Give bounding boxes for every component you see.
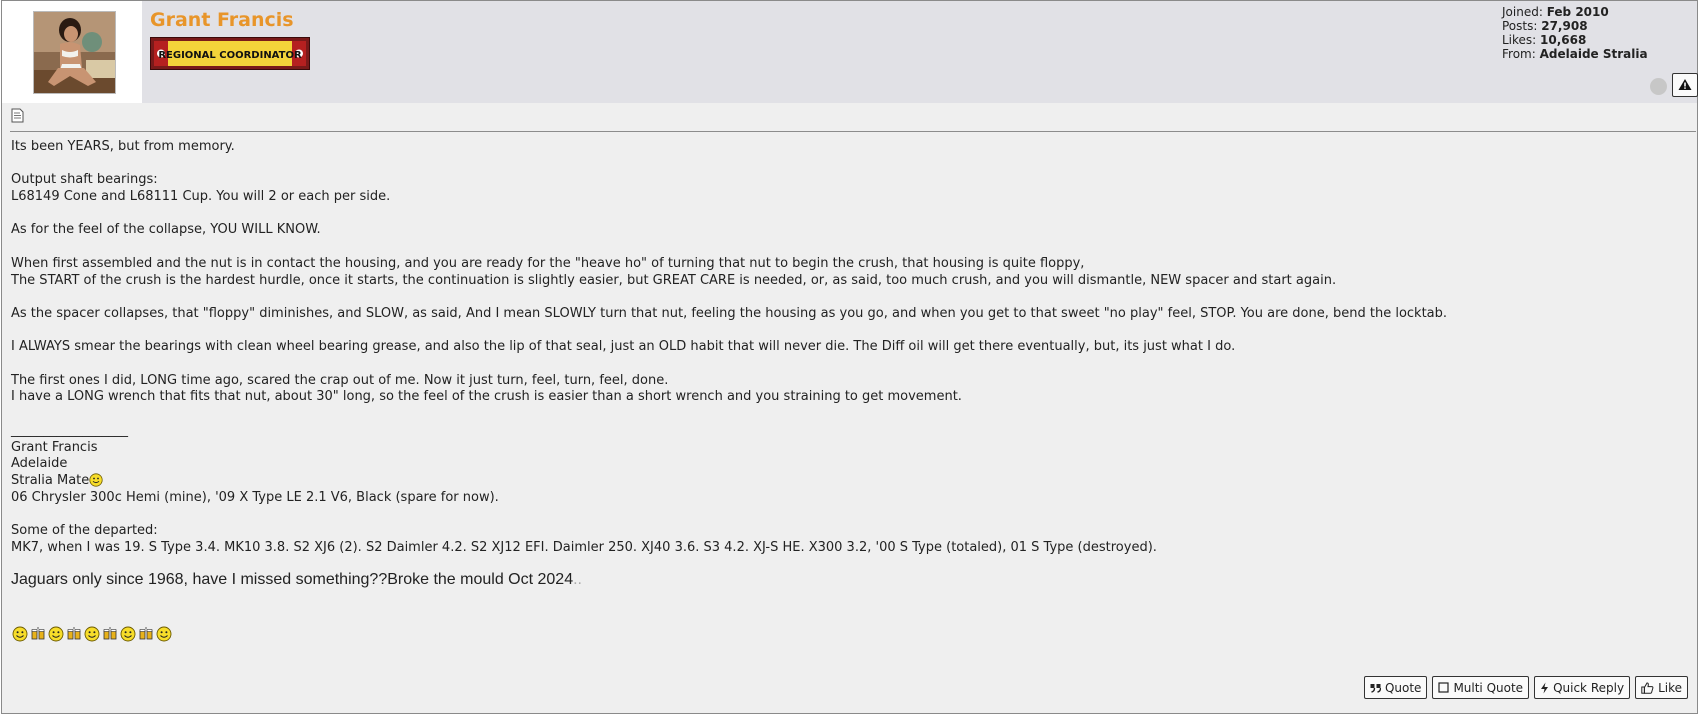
post-line: As the spacer collapses, that "floppy" d… xyxy=(11,305,1448,321)
post-line: As for the feel of the collapse, YOU WIL… xyxy=(11,222,321,238)
post-line xyxy=(11,289,1691,306)
rank-badge: REGIONAL COORDINATOR xyxy=(150,37,310,70)
quick-reply-button[interactable]: Quick Reply xyxy=(1534,676,1631,699)
stat-joined: Joined: Feb 2010 xyxy=(1502,5,1609,19)
username[interactable]: Grant Francis xyxy=(150,9,294,31)
document-icon xyxy=(11,108,24,123)
warning-icon xyxy=(1678,79,1692,90)
stat-likes: Likes: 10,668 xyxy=(1502,33,1587,47)
post-header: Grant Francis REGIONAL COORDINATOR Joine… xyxy=(2,1,1698,103)
user-stats: Joined: Feb 2010 Posts: 27,908 Likes: 10… xyxy=(1502,5,1648,61)
multi-quote-button[interactable]: Multi Quote xyxy=(1432,676,1530,699)
quote-icon xyxy=(1370,683,1381,693)
checkbox-icon xyxy=(1438,682,1450,693)
post-divider xyxy=(10,131,1696,132)
quote-label: Quote xyxy=(1384,680,1422,695)
avatar[interactable] xyxy=(33,11,116,94)
post-line xyxy=(11,239,1691,256)
signature-separator: __________________ xyxy=(11,422,128,438)
signature-name: Grant Francis xyxy=(11,439,98,455)
post-line: The START of the crush is the hardest hu… xyxy=(11,272,1337,288)
post-line: Output shaft bearings: xyxy=(11,172,158,188)
like-label: Like xyxy=(1658,680,1682,695)
beer-cheers-icon xyxy=(31,627,45,640)
smiley-icon xyxy=(156,626,172,642)
smiley-icon xyxy=(12,626,28,642)
quick-reply-label: Quick Reply xyxy=(1553,680,1625,695)
like-button[interactable]: Like xyxy=(1635,676,1688,699)
signature-cars: 06 Chrysler 300c Hemi (mine), '09 X Type… xyxy=(11,489,499,505)
post-line: I ALWAYS smear the bearings with clean w… xyxy=(11,339,1236,355)
beer-cheers-icon xyxy=(139,627,153,640)
signature-stralia: Stralia Mate xyxy=(11,473,1691,490)
post-line: When first assembled and the nut is in c… xyxy=(11,255,1085,271)
post-line: The first ones I did, LONG time ago, sca… xyxy=(11,372,669,388)
post-line xyxy=(11,323,1691,340)
forum-post: Grant Francis REGIONAL COORDINATOR Joine… xyxy=(1,0,1698,714)
post-line xyxy=(11,206,1691,223)
signature-city: Adelaide xyxy=(11,456,68,472)
smiley-icon xyxy=(89,473,103,487)
beer-cheers-icon xyxy=(67,627,81,640)
signature-departed-list: MK7, when I was 19. S Type 3.4. MK10 3.8… xyxy=(11,539,1157,555)
post-line xyxy=(11,156,1691,173)
post-line: L68149 Cone and L68111 Cup. You will 2 o… xyxy=(11,189,391,205)
signature-emoji-row xyxy=(12,625,172,643)
beer-cheers-icon xyxy=(103,627,117,640)
post-body: Its been YEARS, but from memory. Output … xyxy=(11,139,1691,556)
thumbs-up-icon xyxy=(1641,681,1654,694)
smiley-icon xyxy=(48,626,64,642)
smiley-icon xyxy=(120,626,136,642)
status-dot-icon xyxy=(1650,78,1667,95)
smiley-icon xyxy=(84,626,100,642)
rank-badge-label: REGIONAL COORDINATOR xyxy=(158,50,302,61)
stat-from: From: Adelaide Stralia xyxy=(1502,47,1648,61)
signature-tagline: Jaguars only since 1968, have I missed s… xyxy=(11,571,582,588)
multi-quote-label: Multi Quote xyxy=(1453,680,1524,695)
post-line xyxy=(11,356,1691,373)
stat-posts: Posts: 27,908 xyxy=(1502,19,1588,33)
report-button[interactable] xyxy=(1672,73,1698,97)
signature-departed-heading: Some of the departed: xyxy=(11,523,158,539)
post-line: Its been YEARS, but from memory. xyxy=(11,139,235,154)
avatar-container xyxy=(2,1,142,103)
post-actions: Quote Multi Quote Quick Reply Like xyxy=(1363,676,1688,699)
bolt-icon xyxy=(1541,682,1549,693)
quote-button[interactable]: Quote xyxy=(1363,676,1428,699)
post-line: I have a LONG wrench that fits that nut,… xyxy=(11,389,962,405)
